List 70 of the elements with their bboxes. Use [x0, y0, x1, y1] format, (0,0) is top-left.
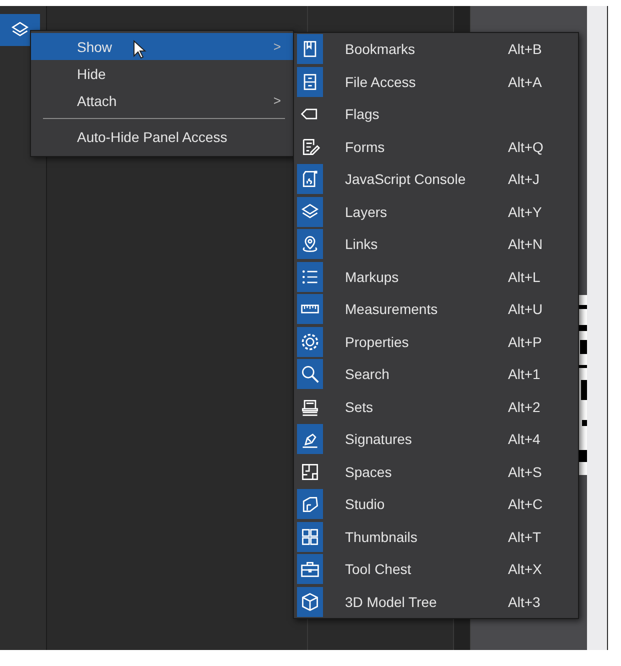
menu-item[interactable]: Layers Alt+Y — [294, 196, 578, 228]
submenu-arrow: > — [273, 39, 281, 54]
menu-item-label: Layers — [345, 204, 388, 220]
script-icon — [300, 169, 320, 190]
menu-item[interactable]: Hide — [31, 60, 293, 87]
shortcut-text: Alt+Q — [508, 138, 544, 155]
menu-item[interactable]: Properties Alt+P — [294, 326, 578, 358]
menu-item[interactable]: File Access Alt+A — [294, 66, 578, 98]
toolbox-icon — [300, 559, 320, 580]
menu-item[interactable]: Flags — [294, 98, 578, 130]
menu-item-label: 3D Model Tree — [345, 594, 438, 610]
shortcut-text: Alt+L — [508, 268, 542, 285]
menu-item-label: Bookmarks — [345, 41, 416, 58]
menu-item[interactable]: Tool Chest Alt+X — [294, 553, 578, 586]
menu-item-label: Signatures — [345, 431, 413, 448]
menu-item[interactable]: Studio Alt+C — [294, 488, 578, 520]
menu-item-label: Studio — [345, 496, 386, 512]
shortcut-text: Alt+S — [508, 464, 543, 480]
form-icon — [300, 136, 320, 157]
cube-icon — [300, 592, 320, 612]
menu-item-label: Links — [345, 236, 379, 252]
shortcut-text: Alt+B — [508, 41, 543, 58]
shortcut-text: Alt+N — [508, 236, 544, 252]
menu-item[interactable]: Sets Alt+2 — [294, 390, 578, 423]
shortcut-text: Alt+U — [508, 301, 544, 318]
menu-item-label: Thumbnails — [345, 528, 418, 545]
floor-plan-icon — [300, 462, 320, 482]
menu-item-label: Sets — [345, 398, 374, 415]
shortcut-text: Alt+Y — [508, 204, 543, 220]
menu-item[interactable]: Attach > — [31, 87, 293, 114]
menu-item-label: Measurements — [345, 301, 439, 318]
shortcut-text: Alt+1 — [508, 366, 542, 382]
shortcut-text: Alt+3 — [508, 594, 542, 610]
menu-item[interactable]: Forms Alt+Q — [294, 130, 578, 163]
menu-item[interactable]: Search Alt+1 — [294, 358, 578, 390]
search-icon — [300, 364, 320, 384]
submenu-arrow: > — [273, 93, 281, 108]
menu-item[interactable]: Spaces Alt+S — [294, 456, 578, 488]
menu-item[interactable]: Signatures Alt+4 — [294, 423, 578, 456]
menu-item-label: JavaScript Console — [345, 171, 467, 188]
menu-item-label: Markups — [345, 268, 400, 285]
shortcut-text: Alt+2 — [508, 398, 542, 415]
menu-item[interactable]: Auto-Hide Panel Access — [31, 123, 293, 150]
menu-item[interactable]: 3D Model Tree Alt+3 — [294, 586, 578, 618]
shortcut-text: Alt+T — [508, 528, 542, 545]
shortcut-text: Alt+P — [508, 334, 543, 350]
shortcut-text: Alt+X — [508, 561, 543, 578]
gear-icon — [300, 332, 320, 352]
menu-item[interactable]: Markups Alt+L — [294, 260, 578, 293]
shortcut-text: Alt+C — [508, 496, 544, 512]
menu-item-label: Flags — [345, 106, 380, 122]
grid-icon — [300, 526, 320, 547]
shortcut-text: Alt+4 — [508, 431, 542, 448]
menu-item-label: Tool Chest — [345, 561, 412, 578]
shortcut-text: Alt+A — [508, 74, 543, 90]
menu-item-label: File Access — [345, 74, 417, 90]
menu-item[interactable]: Thumbnails Alt+T — [294, 520, 578, 553]
location-pin-icon — [300, 234, 320, 254]
menu-item[interactable]: Show > — [31, 33, 293, 60]
menu-item[interactable]: Bookmarks Alt+B — [294, 33, 578, 66]
shortcut-text: Alt+J — [508, 171, 541, 188]
menu-item[interactable]: Measurements Alt+U — [294, 293, 578, 326]
menu-item-label: Properties — [345, 334, 410, 350]
menu-item[interactable]: JavaScript Console Alt+J — [294, 163, 578, 196]
shape-icon — [300, 494, 320, 514]
menu-item-label: Spaces — [345, 464, 393, 480]
menu-item[interactable]: Links Alt+N — [294, 228, 578, 260]
cursor-icon — [133, 40, 147, 60]
menu-item-label: Forms — [345, 138, 386, 155]
menu-item-label: Search — [345, 366, 390, 382]
